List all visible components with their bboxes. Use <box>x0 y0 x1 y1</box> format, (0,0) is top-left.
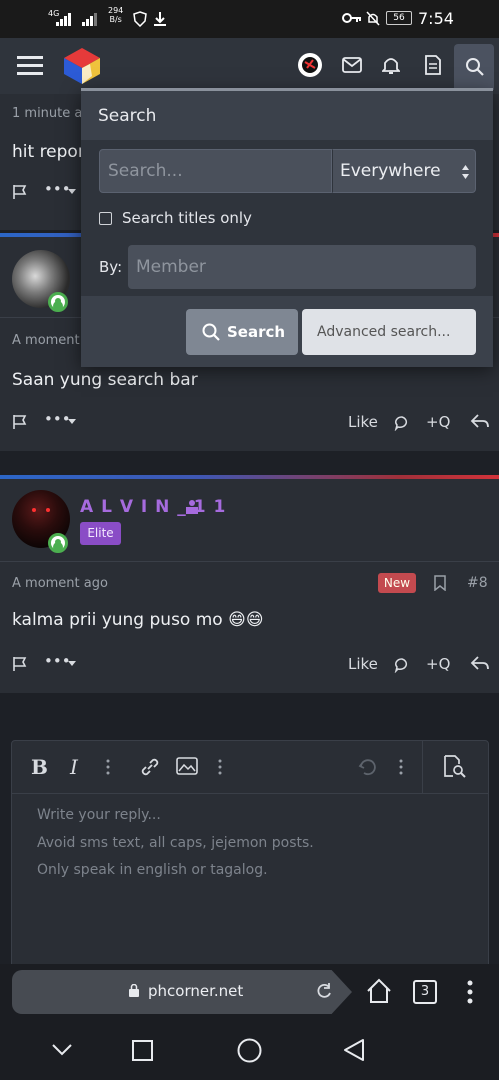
search-scope-select[interactable]: Everywhere <box>332 149 476 193</box>
net-speed: 294 B/s <box>108 6 124 24</box>
browser-menu-icon[interactable] <box>467 980 473 1004</box>
reload-icon[interactable] <box>315 982 333 1000</box>
reply-icon[interactable] <box>470 413 490 431</box>
search-icon <box>466 58 484 76</box>
url-text: phcorner.net <box>148 982 244 1000</box>
battery-indicator: 56 <box>386 11 412 25</box>
mail-icon[interactable] <box>337 50 367 80</box>
lock-icon <box>129 984 139 997</box>
hide-nav-icon[interactable] <box>52 1044 72 1056</box>
more-menu[interactable]: ••• <box>44 180 71 198</box>
multiquote-button[interactable]: +Q <box>426 413 450 431</box>
more-menu[interactable]: ••• <box>44 410 71 428</box>
mute-icon <box>366 11 380 26</box>
browser-bar: phcorner.net 3 <box>0 964 499 1020</box>
link-icon[interactable] <box>139 756 161 778</box>
site-logo[interactable] <box>62 46 102 90</box>
username[interactable]: A L V I N _ 1 1 <box>80 497 226 517</box>
online-status-icon <box>48 533 68 553</box>
post-body: hit repor <box>12 142 85 162</box>
user-title-badge: Elite <box>80 522 121 545</box>
recents-icon[interactable] <box>132 1040 153 1061</box>
home-button-icon[interactable] <box>237 1038 262 1063</box>
new-badge: New <box>378 573 416 593</box>
search-icon <box>202 323 220 341</box>
post-body: kalma prii yung puso mo 😄😄 <box>12 610 264 630</box>
online-status-icon <box>48 292 68 312</box>
report-flag-icon[interactable] <box>12 656 28 672</box>
like-button[interactable]: Like <box>348 655 378 673</box>
signal-icon <box>56 13 97 26</box>
more-options-icon[interactable] <box>399 759 403 775</box>
whats-new-icon[interactable] <box>418 50 448 80</box>
home-icon[interactable] <box>366 978 392 1004</box>
editor-placeholder-line: Only speak in english or tagalog. <box>37 862 268 878</box>
status-bar: 4G 294 B/s 56 7:54 <box>0 0 499 38</box>
search-scope-value: Everywhere <box>340 161 441 181</box>
bell-icon[interactable] <box>376 50 406 80</box>
more-insert-options-icon[interactable] <box>218 759 222 775</box>
reply-icon[interactable] <box>470 655 490 673</box>
bold-icon[interactable]: B <box>31 755 48 779</box>
more-menu[interactable]: ••• <box>44 652 71 670</box>
post-3: A L V I N _ 1 1 A moment ago #8 kalma pr… <box>0 479 499 693</box>
by-label: By: <box>99 258 123 276</box>
menu-icon[interactable] <box>15 50 45 80</box>
shield-icon <box>133 11 147 27</box>
post-time: A moment ago <box>12 576 108 591</box>
bookmark-icon[interactable] <box>434 575 446 591</box>
reply-bubble-icon[interactable] <box>394 657 410 673</box>
clock: 7:54 <box>418 9 454 28</box>
system-navigation-bar <box>0 1020 499 1080</box>
divider <box>0 561 499 562</box>
divider <box>12 793 488 794</box>
multiquote-button[interactable]: +Q <box>426 655 450 673</box>
editor-placeholder-line: Avoid sms text, all caps, jejemon posts. <box>37 835 314 851</box>
chevron-down-icon[interactable] <box>68 419 76 425</box>
search-input[interactable] <box>99 149 332 193</box>
user-avatar-icon[interactable] <box>295 50 325 80</box>
divider <box>422 741 423 793</box>
report-flag-icon[interactable] <box>12 184 28 200</box>
post-number[interactable]: #8 <box>467 575 488 591</box>
report-flag-icon[interactable] <box>12 414 28 430</box>
chevron-down-icon[interactable] <box>68 189 76 195</box>
advanced-search-label: Advanced search... <box>317 324 451 340</box>
search-toggle-button[interactable] <box>454 44 494 90</box>
preview-icon[interactable] <box>443 755 467 779</box>
member-field[interactable] <box>128 245 476 289</box>
chevron-down-icon[interactable] <box>68 661 76 667</box>
titles-only-checkbox[interactable] <box>99 212 112 225</box>
editor-placeholder-line: Write your reply... <box>37 807 161 823</box>
search-query-field[interactable] <box>100 150 331 192</box>
select-arrows-icon <box>462 165 469 179</box>
image-icon[interactable] <box>176 757 198 775</box>
reply-editor[interactable]: B I Write your reply... Avoid sms text, … <box>11 740 489 970</box>
forum-header <box>0 38 499 94</box>
reply-bubble-icon[interactable] <box>394 415 410 431</box>
search-submit-label: Search <box>227 323 286 341</box>
key-icon <box>342 13 361 23</box>
search-submit-button[interactable]: Search <box>186 309 298 355</box>
search-dropdown-footer: Search Advanced search... <box>81 296 493 367</box>
undo-icon[interactable] <box>358 757 378 777</box>
member-input[interactable] <box>128 245 476 289</box>
italic-icon[interactable]: I <box>70 755 78 779</box>
tab-switcher[interactable]: 3 <box>413 980 437 1004</box>
titles-only-label[interactable]: Search titles only <box>122 209 252 227</box>
post-time: A moment <box>12 333 80 348</box>
search-dropdown-title: Search <box>98 106 157 126</box>
post-body: Saan yung search bar <box>12 370 198 390</box>
back-icon[interactable] <box>343 1038 365 1062</box>
advanced-search-button[interactable]: Advanced search... <box>302 309 476 355</box>
user-group-icon <box>186 500 198 514</box>
address-bar[interactable]: phcorner.net <box>12 970 352 1014</box>
search-dropdown: Search Everywhere Search titles only By:… <box>81 88 493 367</box>
like-button[interactable]: Like <box>348 413 378 431</box>
download-icon <box>154 12 166 26</box>
search-dropdown-header: Search <box>81 91 493 140</box>
more-text-options-icon[interactable] <box>106 759 110 775</box>
